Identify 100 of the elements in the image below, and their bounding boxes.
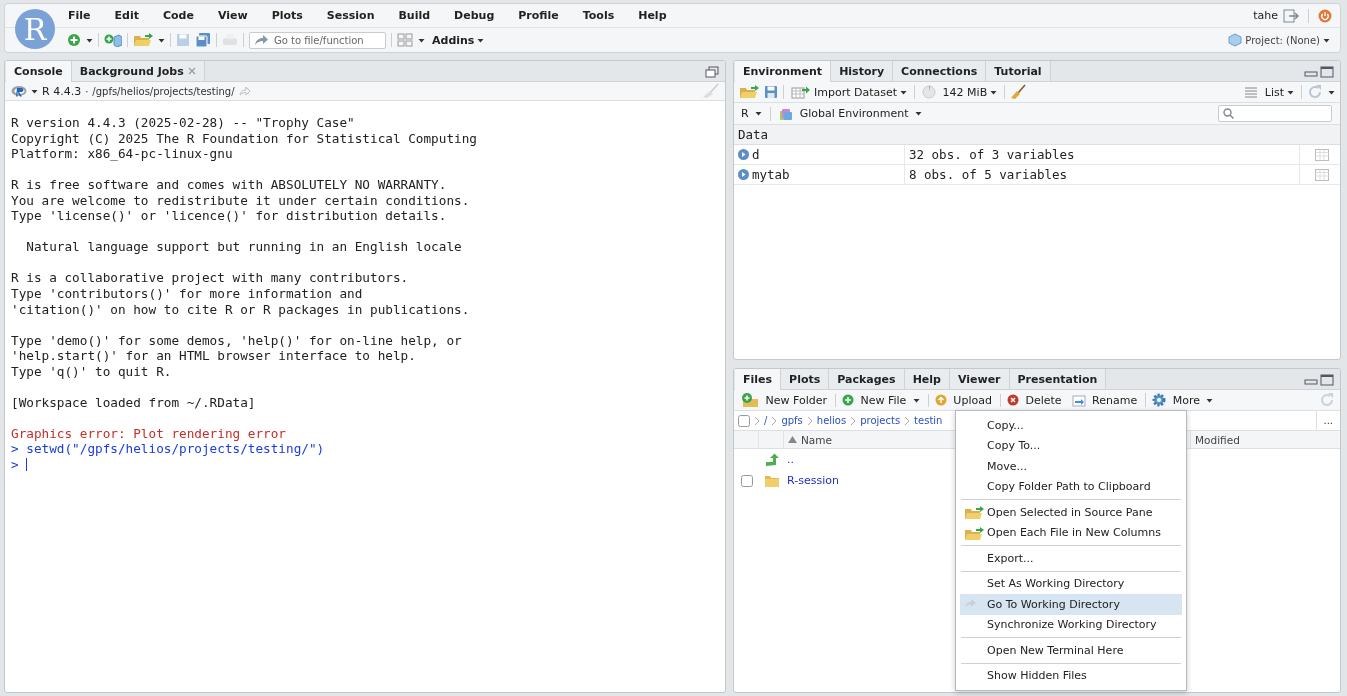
power-icon[interactable]: [1318, 8, 1332, 23]
breadcrumb-link[interactable]: projects: [860, 415, 901, 426]
language-button[interactable]: R: [739, 107, 765, 120]
column-header[interactable]: Name: [788, 433, 832, 446]
pane-tab[interactable]: Connections: [893, 61, 987, 81]
go-to-directory-icon[interactable]: [238, 86, 251, 96]
new-folder-button[interactable]: New Folder: [739, 393, 829, 407]
menu-item[interactable]: Set As Working Directory: [960, 573, 1182, 594]
broom-icon[interactable]: [1010, 84, 1027, 100]
menu-item[interactable]: Export...: [960, 548, 1182, 569]
breadcrumb-link[interactable]: helios: [816, 415, 847, 426]
file-link[interactable]: ..: [784, 453, 794, 466]
menu-item[interactable]: Copy To...: [960, 435, 1182, 456]
menu-item[interactable]: Move...: [960, 456, 1182, 477]
search-field[interactable]: [1218, 105, 1332, 122]
menu-item[interactable]: Open New Terminal Here: [960, 640, 1182, 661]
load-workspace-icon[interactable]: [739, 85, 759, 99]
menu-item[interactable]: Code: [161, 9, 202, 22]
rename-button[interactable]: Rename: [1069, 393, 1140, 407]
menu-item[interactable]: Tools: [581, 9, 623, 22]
new-file-icon[interactable]: [67, 33, 81, 47]
caret-icon[interactable]: [1287, 89, 1294, 95]
delete-button[interactable]: Delete: [999, 393, 1064, 407]
new-project-icon[interactable]: [104, 33, 122, 47]
caret-icon[interactable]: [158, 37, 165, 43]
breadcrumb-link[interactable]: /: [764, 415, 768, 426]
view-mode-button[interactable]: List: [1242, 85, 1296, 99]
caret-icon[interactable]: [990, 89, 998, 95]
pane-tab[interactable]: Environment: [735, 61, 832, 82]
close-icon[interactable]: [187, 67, 196, 75]
open-folder-icon[interactable]: [133, 33, 153, 47]
more-button[interactable]: More: [1145, 393, 1216, 407]
caret-icon[interactable]: [1328, 89, 1335, 95]
sign-out-icon[interactable]: [1283, 8, 1299, 23]
console-output: Natural language support but running in an English locale: [25, 239, 462, 255]
caret-icon[interactable]: [1323, 37, 1330, 43]
menu-item[interactable]: Help: [637, 9, 675, 22]
file-checkbox[interactable]: [740, 474, 753, 487]
menu-item[interactable]: Go To Working Directory: [960, 594, 1182, 615]
pane-tab[interactable]: Files: [735, 369, 782, 390]
maximize-icon[interactable]: [1320, 66, 1334, 78]
pane-tab[interactable]: Tutorial: [986, 61, 1051, 81]
breadcrumb-link[interactable]: gpfs: [781, 415, 803, 426]
up-arrow-icon[interactable]: [764, 452, 779, 467]
menu-item[interactable]: Synchronize Working Directory: [960, 614, 1182, 635]
caret-icon[interactable]: [755, 111, 763, 116]
upload-button[interactable]: Upload: [927, 393, 994, 407]
caret-icon[interactable]: [418, 37, 425, 43]
menu-item[interactable]: Debug: [453, 9, 503, 22]
menu-item[interactable]: File: [67, 9, 99, 22]
go-to-file-field[interactable]: Go to file/function: [249, 31, 386, 49]
memory-usage-button[interactable]: 142 MiB: [920, 85, 1000, 99]
select-all-checkbox[interactable]: [738, 414, 750, 427]
menu-item[interactable]: Profile: [517, 9, 567, 22]
grid-icon[interactable]: [397, 33, 413, 47]
menu-item[interactable]: Copy Folder Path to Clipboard: [960, 476, 1182, 497]
caret-icon[interactable]: [914, 111, 922, 116]
expand-icon[interactable]: [738, 169, 749, 180]
pane-tab[interactable]: Presentation: [1009, 369, 1107, 389]
breadcrumb-link[interactable]: testin: [914, 415, 943, 426]
table-icon[interactable]: [1315, 168, 1329, 181]
maximize-icon[interactable]: [1320, 374, 1334, 386]
caret-icon[interactable]: [86, 37, 93, 43]
add-icon: [842, 394, 854, 406]
caret-icon[interactable]: [477, 37, 485, 43]
menu-item[interactable]: Plots: [270, 9, 311, 22]
arrow-icon: [254, 34, 268, 46]
menu-item[interactable]: Open Selected in Source Pane: [960, 502, 1182, 523]
pane-tab[interactable]: Background Jobs: [71, 61, 205, 81]
pane-tab[interactable]: Plots: [781, 369, 830, 389]
column-header[interactable]: Modified: [1195, 433, 1240, 446]
more-path-button[interactable]: ...: [1323, 415, 1333, 426]
expand-icon[interactable]: [738, 149, 749, 160]
menu-item[interactable]: Show Hidden Files: [960, 665, 1182, 686]
menu-item[interactable]: Copy...: [960, 415, 1182, 436]
addins-button[interactable]: Addins: [430, 33, 487, 47]
menu-item[interactable]: Build: [397, 9, 439, 22]
import-dataset-button[interactable]: Import Dataset: [789, 85, 910, 99]
restore-icon[interactable]: [705, 66, 719, 78]
file-link[interactable]: R-session: [784, 474, 839, 487]
new-file-button[interactable]: New File: [835, 393, 922, 407]
save-workspace-icon[interactable]: [764, 85, 778, 99]
table-icon[interactable]: [1315, 148, 1329, 161]
caret-icon[interactable]: [900, 89, 908, 95]
menu-item[interactable]: Session: [325, 9, 383, 22]
project-button[interactable]: Project: (None): [1226, 33, 1332, 47]
r-language-icon[interactable]: [11, 85, 27, 97]
caret-icon[interactable]: [1206, 397, 1214, 403]
pane-tab[interactable]: Console: [6, 61, 72, 82]
pane-tab[interactable]: Viewer: [949, 369, 1010, 389]
pane-tab[interactable]: History: [831, 61, 894, 81]
pane-tab[interactable]: Packages: [829, 369, 905, 389]
save-all-icon[interactable]: [195, 33, 211, 47]
caret-icon[interactable]: [31, 88, 38, 94]
menu-item[interactable]: View: [216, 9, 256, 22]
menu-item[interactable]: Edit: [113, 9, 147, 22]
pane-tab[interactable]: Help: [904, 369, 950, 389]
caret-icon[interactable]: [912, 397, 920, 403]
environment-selector[interactable]: Global Environment: [777, 106, 924, 121]
menu-item[interactable]: Open Each File in New Columns: [960, 522, 1182, 543]
